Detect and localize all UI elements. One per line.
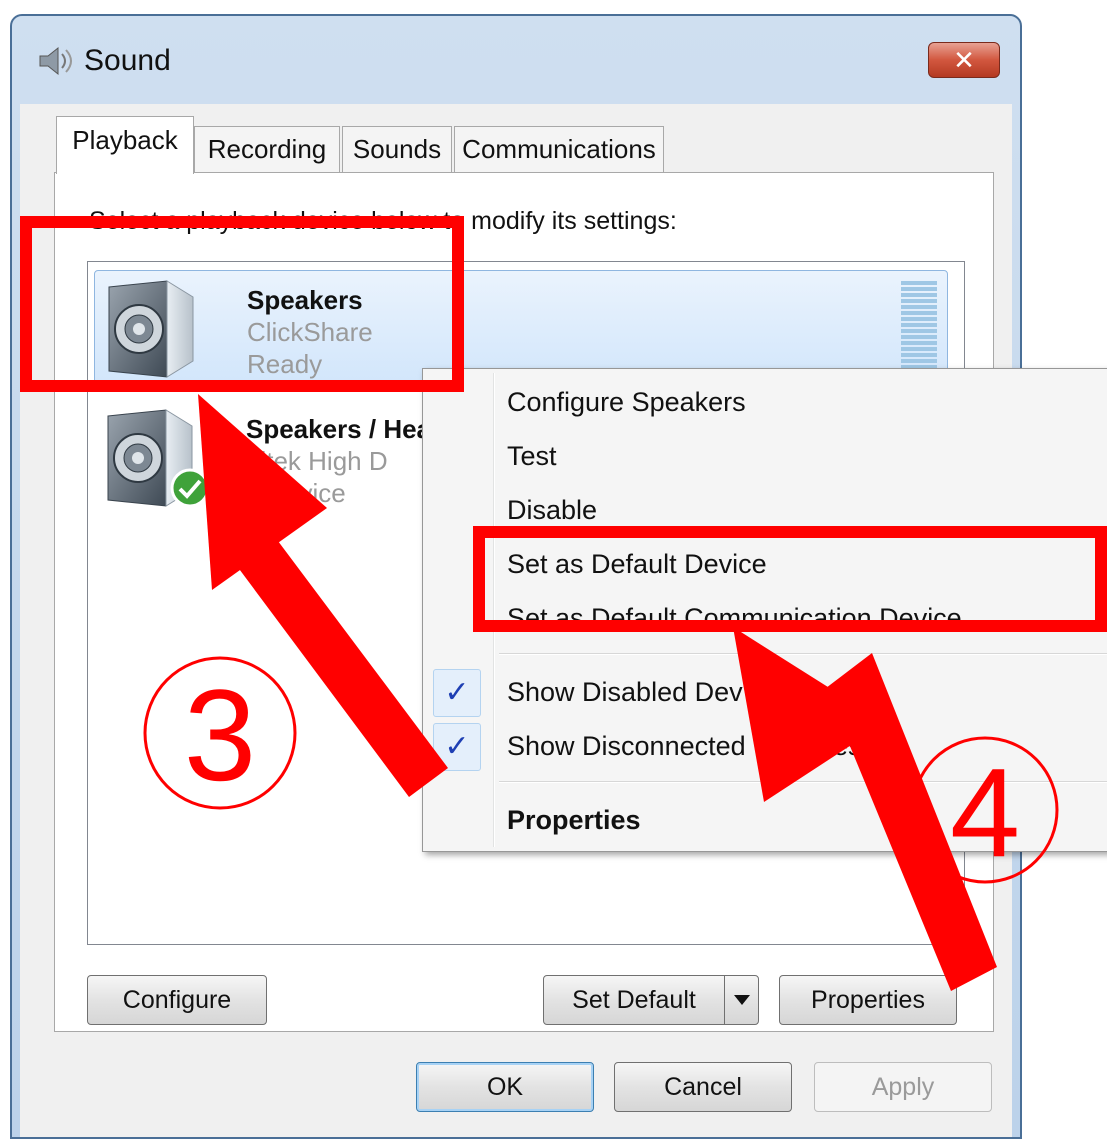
menu-item-test[interactable]: Test: [507, 441, 557, 472]
menu-item-properties[interactable]: Properties: [507, 805, 641, 836]
menu-item-set-default-device[interactable]: Set as Default Device: [507, 549, 767, 580]
tab-recording[interactable]: Recording: [194, 126, 340, 172]
menu-item-configure-speakers[interactable]: Configure Speakers: [507, 387, 746, 418]
volume-level-meter: [901, 281, 937, 377]
speaker-icon: [108, 280, 194, 378]
device-status: lt Device: [246, 478, 346, 508]
tab-communications[interactable]: Communications: [454, 126, 664, 172]
apply-button[interactable]: Apply: [814, 1062, 992, 1112]
chevron-down-icon[interactable]: [724, 976, 758, 1024]
device-description: ClickShare: [247, 317, 373, 347]
title-bar[interactable]: Sound ✕: [12, 16, 1020, 104]
menu-item-show-disconnected-devices[interactable]: Show Disconnected: [507, 731, 746, 762]
speaker-app-icon: [39, 46, 72, 76]
configure-button[interactable]: Configure: [87, 975, 267, 1025]
device-name: Speakers / Hea: [246, 414, 432, 444]
device-description: altek High D: [246, 446, 388, 476]
close-button[interactable]: ✕: [928, 42, 1000, 78]
close-icon: ✕: [953, 45, 975, 75]
default-check-icon: [170, 468, 210, 508]
properties-button[interactable]: Properties: [779, 975, 957, 1025]
cancel-button[interactable]: Cancel: [614, 1062, 792, 1112]
device-name: Speakers: [247, 285, 363, 315]
window-title: Sound: [84, 44, 171, 77]
menu-item-show-disabled-devices[interactable]: Show Disabled Dev: [507, 677, 743, 708]
device-item-speakers-clickshare[interactable]: Speakers ClickShare Ready: [94, 270, 948, 384]
tab-playback[interactable]: Playback: [56, 116, 194, 174]
ok-button[interactable]: OK: [416, 1062, 594, 1112]
device-status: Ready: [247, 349, 323, 379]
menu-separator: [499, 653, 1107, 655]
menu-item-disable[interactable]: Disable: [507, 495, 597, 526]
device-context-menu: Configure Speakers Test Disable Set as D…: [422, 368, 1107, 852]
menu-separator: [499, 781, 1107, 783]
set-default-label: Set Default: [572, 986, 696, 1014]
instructions-label: Select a playback device below to modify…: [89, 207, 677, 235]
menu-item-set-default-communication-device[interactable]: Set as Default Communication Device: [507, 603, 962, 634]
set-default-button[interactable]: Set Default: [543, 975, 759, 1025]
tab-sounds[interactable]: Sounds: [342, 126, 452, 172]
checkmark-icon: ✓: [433, 669, 481, 717]
menu-item-label-fragment: es: [833, 731, 862, 761]
checkmark-icon: ✓: [433, 723, 481, 771]
menu-gutter: [493, 373, 495, 847]
